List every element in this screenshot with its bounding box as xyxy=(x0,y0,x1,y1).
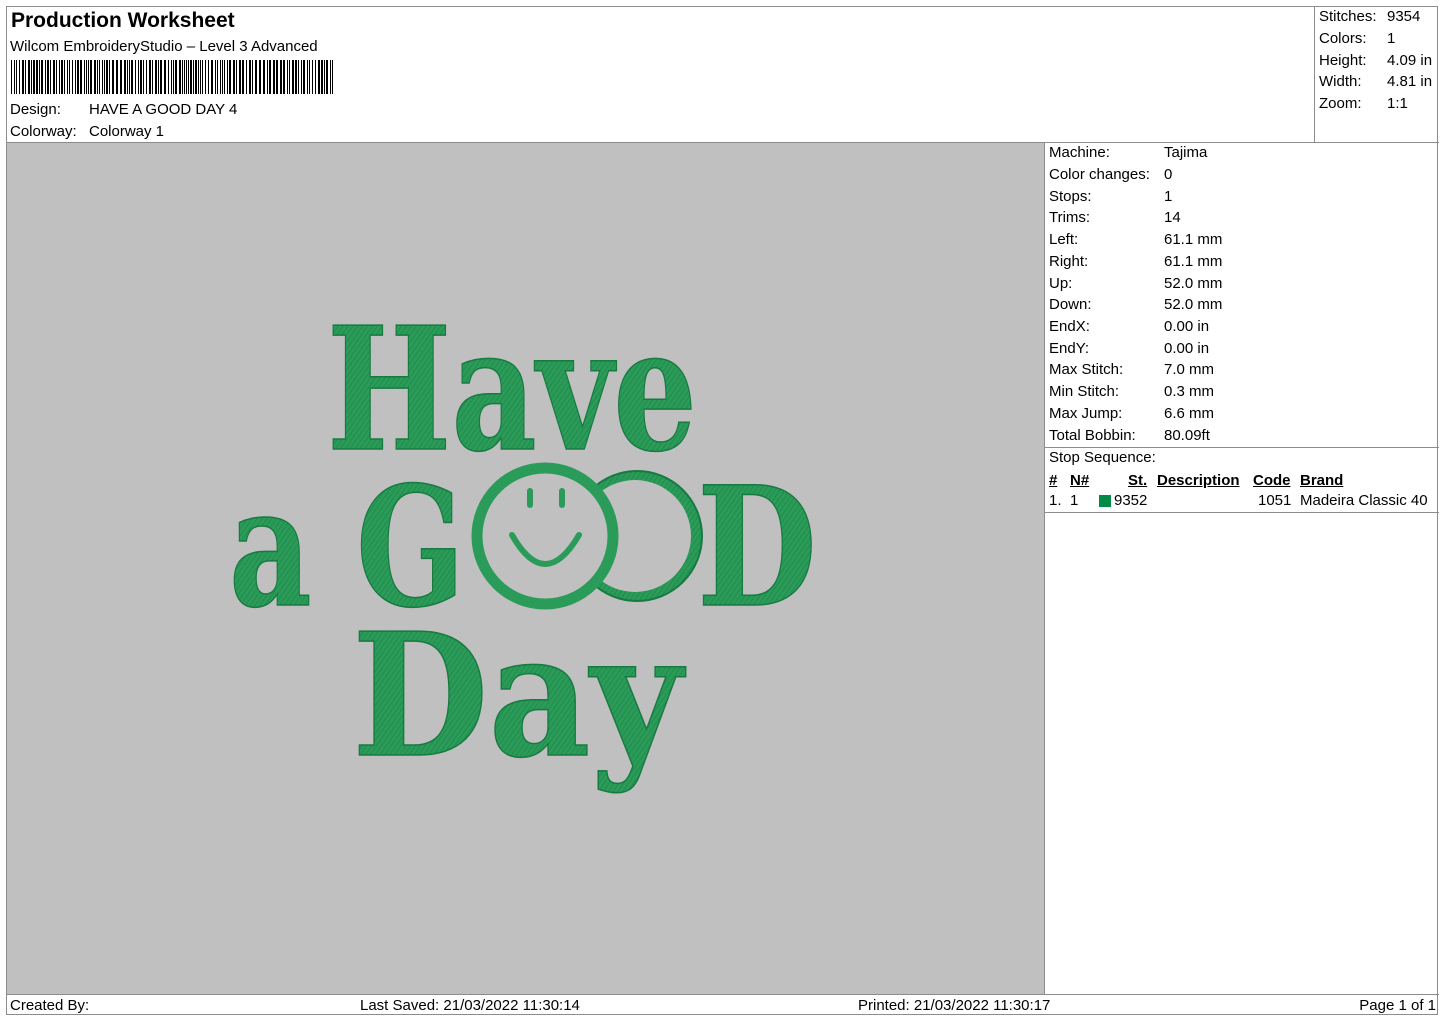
color-swatch xyxy=(1099,495,1111,507)
colorway-label: Colorway: xyxy=(10,123,77,140)
row-code: 1051 xyxy=(1258,492,1292,509)
info-endy: EndY: 0.00 in xyxy=(1049,340,1210,357)
info-machine: Machine: Tajima xyxy=(1049,144,1208,161)
row-st: 9352 xyxy=(1114,492,1148,509)
col-code: Code xyxy=(1253,472,1291,489)
info-trims: Trims: 14 xyxy=(1049,209,1181,226)
design-preview: Have a G D Day xyxy=(7,143,1045,994)
stat-colors: Colors: 1 xyxy=(1319,30,1396,47)
info-total-bobbin: Total Bobbin: 80.09ft xyxy=(1049,427,1210,444)
stat-zoom: Zoom: 1:1 xyxy=(1319,95,1408,112)
design-label: Design: xyxy=(10,101,61,118)
barcode xyxy=(11,60,333,94)
stop-sequence-title: Stop Sequence: xyxy=(1049,449,1156,466)
info-max-jump: Max Jump: 6.6 mm xyxy=(1049,405,1215,422)
info-endx: EndX: 0.00 in xyxy=(1049,318,1210,335)
stat-height: Height: 4.09 in xyxy=(1319,52,1433,69)
last-saved: Last Saved: 21/03/2022 11:30:14 xyxy=(360,997,580,1014)
row-n: 1 xyxy=(1070,492,1079,509)
colorway-value: Colorway 1 xyxy=(89,123,165,140)
smiley-icon xyxy=(471,462,703,610)
col-num: # xyxy=(1049,472,1058,489)
colorway-row: Colorway: Colorway 1 xyxy=(10,123,164,140)
machine-info: Machine: Tajima Color changes: 0 Stops: 1 T… xyxy=(1045,143,1439,994)
divider xyxy=(1045,512,1439,513)
design-text-d: D xyxy=(697,450,817,644)
printed-date: Printed: 21/03/2022 11:30:17 xyxy=(858,997,1051,1014)
page-number: Page 1 of 1 xyxy=(1359,997,1436,1014)
info-down: Down: 52.0 mm xyxy=(1049,296,1223,313)
row-num: 1. xyxy=(1049,492,1062,509)
info-min-stitch: Min Stitch: 0.3 mm xyxy=(1049,383,1215,400)
info-right: Right: 61.1 mm xyxy=(1049,253,1223,270)
info-max-stitch: Max Stitch: 7.0 mm xyxy=(1049,361,1215,378)
worksheet-header: Production Worksheet Wilcom EmbroiderySt… xyxy=(7,7,1315,143)
info-color-changes: Color changes: 0 xyxy=(1049,166,1173,183)
design-row: Design: HAVE A GOOD DAY 4 xyxy=(10,101,237,118)
design-value: HAVE A GOOD DAY 4 xyxy=(89,101,238,118)
worksheet-frame: Production Worksheet Wilcom EmbroiderySt… xyxy=(6,6,1439,1016)
info-up: Up: 52.0 mm xyxy=(1049,275,1223,292)
info-stops: Stops: 1 xyxy=(1049,188,1173,205)
col-n: N# xyxy=(1070,472,1090,489)
table-row: 1. 1 9352 1051 Madeira Classic 40 xyxy=(1049,492,1437,512)
col-description: Description xyxy=(1157,472,1240,489)
col-st: St. xyxy=(1128,472,1148,489)
created-by: Created By: xyxy=(10,997,90,1014)
stat-stitches: Stitches: 9354 xyxy=(1319,8,1421,25)
page-title: Production Worksheet xyxy=(11,9,235,32)
info-left: Left: 61.1 mm xyxy=(1049,231,1223,248)
worksheet-footer: Created By: Last Saved: 21/03/2022 11:30… xyxy=(7,994,1439,1016)
embroidery-artwork: Have a G D Day xyxy=(228,289,818,797)
col-brand: Brand xyxy=(1300,472,1344,489)
design-stats: Stitches: 9354 Colors: 1 Height: 4.09 in Wi… xyxy=(1315,7,1439,143)
divider xyxy=(1045,447,1439,448)
stat-width: Width: 4.81 in xyxy=(1319,73,1433,90)
design-text-day: Day xyxy=(352,596,686,796)
software-name: Wilcom EmbroideryStudio – Level 3 Advanc… xyxy=(10,38,318,55)
row-brand: Madeira Classic 40 xyxy=(1300,492,1428,509)
